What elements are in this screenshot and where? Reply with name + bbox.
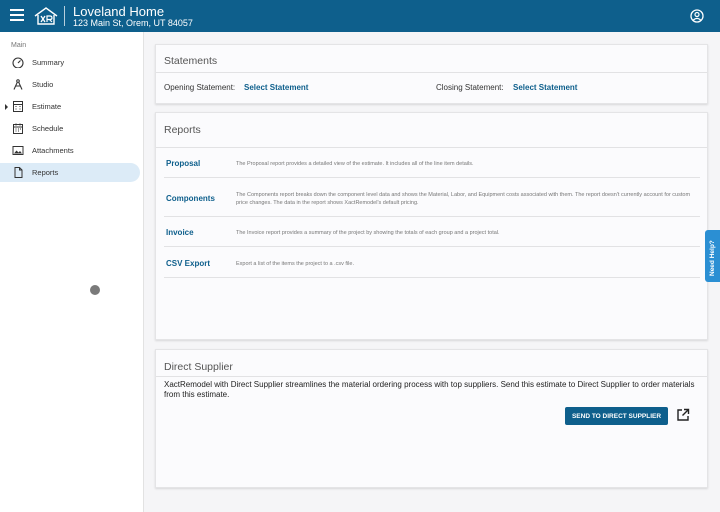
image-icon — [12, 146, 24, 155]
sidebar-item-summary[interactable]: Summary — [0, 53, 140, 72]
xr-logo-icon — [34, 7, 58, 25]
report-description: The Proposal report provides a detailed … — [236, 161, 474, 167]
project-name: Loveland Home — [73, 4, 165, 19]
statements-card: Statements Opening Statement: Select Sta… — [155, 44, 708, 104]
divider — [156, 376, 707, 377]
sidebar: Main Summary Studio Estimate Schedule At… — [0, 32, 144, 512]
sidebar-item-label: Studio — [32, 80, 54, 89]
invoice-report-link[interactable]: Invoice — [166, 228, 194, 237]
statements-title: Statements — [164, 55, 218, 67]
document-icon — [14, 167, 23, 178]
calculator-icon — [13, 101, 23, 112]
compass-icon — [13, 79, 23, 90]
open-external-icon[interactable] — [676, 408, 690, 422]
sidebar-item-label: Reports — [32, 168, 59, 177]
closing-statement-label: Closing Statement: — [436, 83, 504, 92]
direct-supplier-description: XactRemodel with Direct Supplier streaml… — [164, 380, 695, 399]
sidebar-item-label: Estimate — [32, 102, 62, 111]
project-address: 123 Main St, Orem, UT 84057 — [73, 18, 193, 28]
account-icon[interactable] — [690, 9, 704, 23]
sidebar-item-attachments[interactable]: Attachments — [0, 141, 140, 160]
sidebar-item-label: Schedule — [32, 124, 64, 133]
opening-select-statement-link[interactable]: Select Statement — [244, 83, 308, 92]
header-divider — [64, 6, 65, 26]
sidebar-item-label: Attachments — [32, 146, 74, 155]
csv-export-report-link[interactable]: CSV Export — [166, 259, 210, 268]
closing-select-statement-link[interactable]: Select Statement — [513, 83, 577, 92]
sidebar-item-estimate[interactable]: Estimate — [0, 97, 140, 116]
sidebar-item-reports[interactable]: Reports — [0, 163, 140, 182]
calendar-icon — [13, 123, 23, 134]
report-description: The Components report breaks down the co… — [236, 192, 691, 206]
sidebar-item-label: Summary — [32, 58, 65, 67]
report-description: The Invoice report provides a summary of… — [236, 230, 500, 236]
report-row-csv-export: CSV Export Export a list of the items th… — [156, 247, 701, 277]
direct-supplier-card: Direct Supplier XactRemodel with Direct … — [155, 349, 708, 488]
gauge-icon — [12, 57, 24, 68]
report-row-invoice: Invoice The Invoice report provides a su… — [156, 217, 701, 247]
need-help-label: Need Help? — [709, 240, 716, 276]
sidebar-item-studio[interactable]: Studio — [0, 75, 140, 94]
reports-title: Reports — [164, 124, 201, 136]
hamburger-menu-icon[interactable] — [10, 9, 24, 23]
top-app-bar: Loveland Home 123 Main St, Orem, UT 8405… — [0, 0, 720, 32]
divider — [164, 277, 700, 278]
report-row-components: Components The Components report breaks … — [156, 178, 701, 216]
direct-supplier-title: Direct Supplier — [164, 361, 233, 373]
divider — [156, 72, 707, 73]
proposal-report-link[interactable]: Proposal — [166, 159, 200, 168]
send-to-direct-supplier-button[interactable]: SEND TO DIRECT SUPPLIER — [565, 407, 668, 425]
loading-dot — [90, 285, 100, 295]
opening-statement-label: Opening Statement: — [164, 83, 236, 92]
reports-card: Reports Proposal The Proposal report pro… — [155, 112, 708, 340]
sidebar-item-schedule[interactable]: Schedule — [0, 119, 140, 138]
components-report-link[interactable]: Components — [166, 194, 215, 203]
sidebar-section-label: Main — [11, 42, 27, 49]
report-description: Export a list of the items the project t… — [236, 261, 354, 267]
need-help-tab[interactable]: Need Help? — [705, 230, 720, 282]
expand-caret-icon[interactable] — [5, 104, 8, 110]
